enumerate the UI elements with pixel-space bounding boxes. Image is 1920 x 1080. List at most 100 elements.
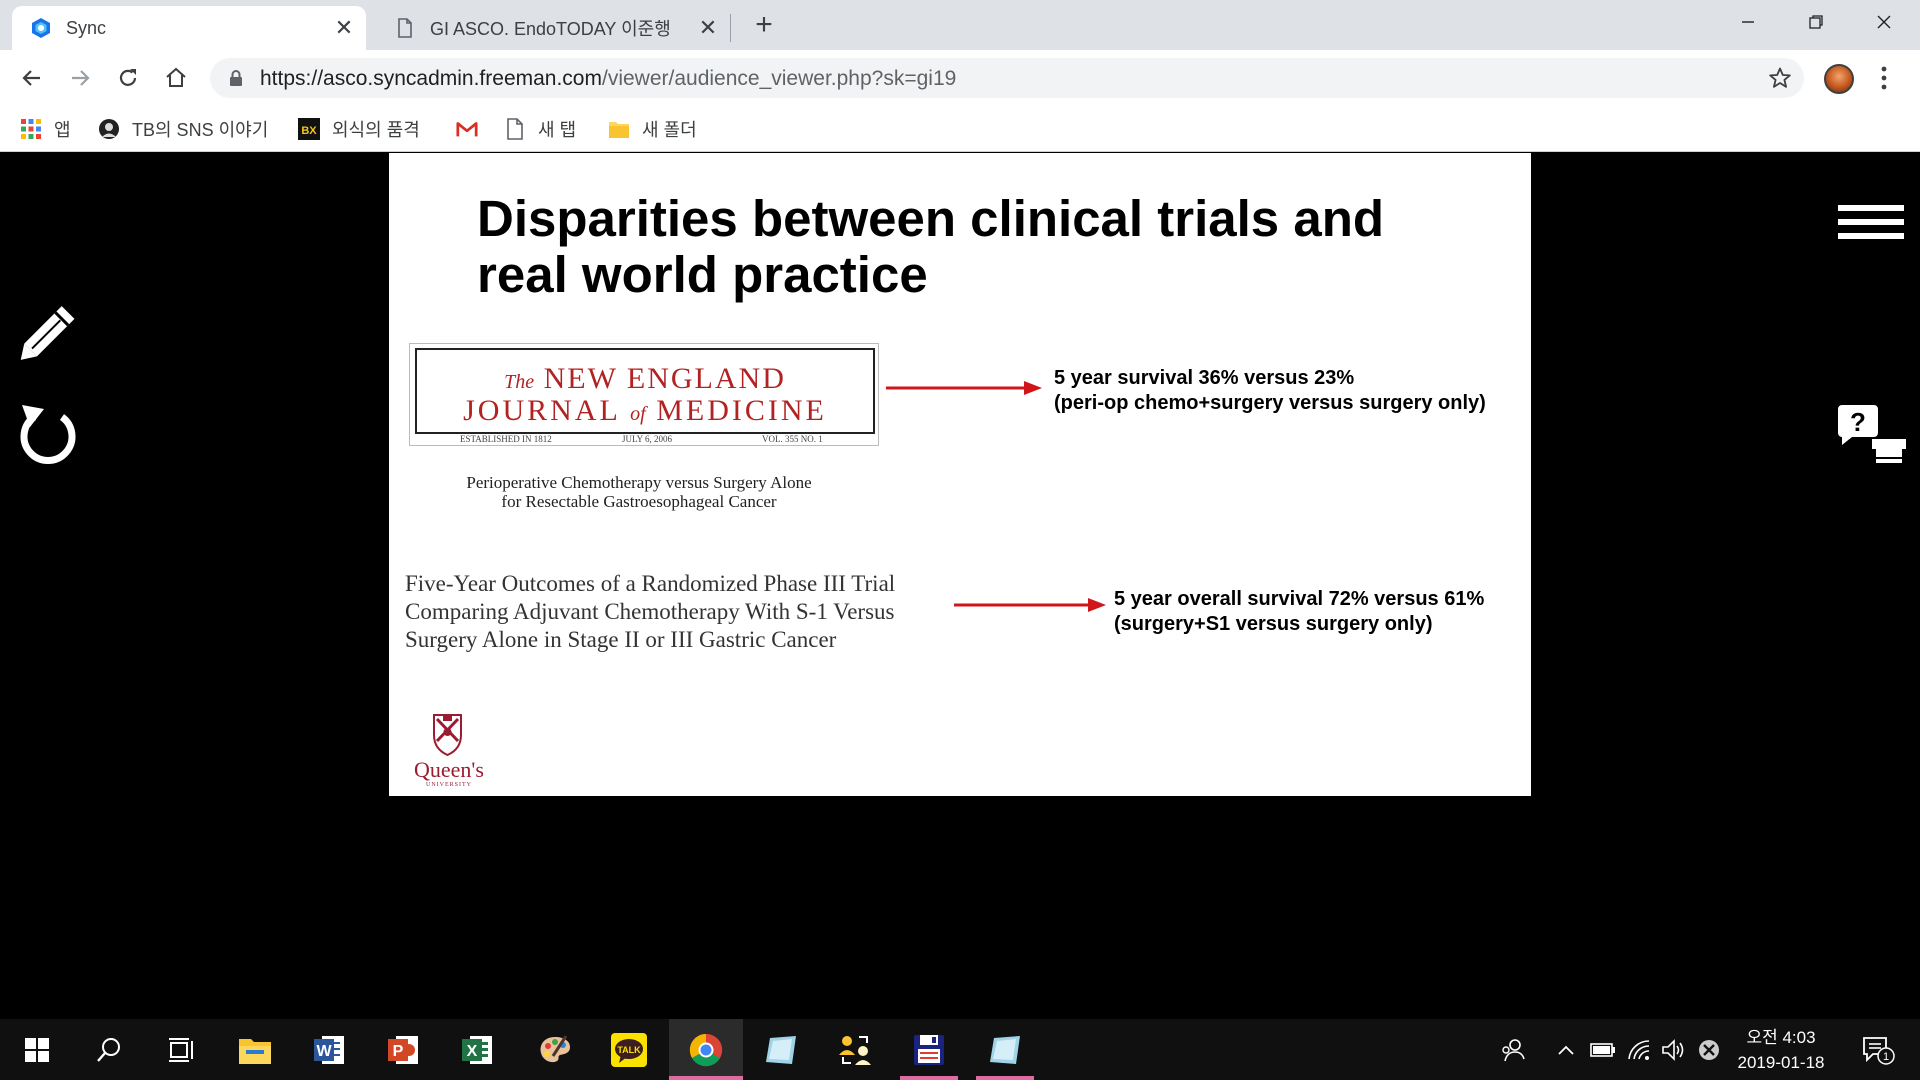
- word-icon: W: [314, 1035, 344, 1064]
- notification-count: 1: [1883, 1051, 1889, 1063]
- notepad-button[interactable]: [744, 1019, 818, 1080]
- article1-line: for Resectable Gastroesophageal Cancer: [501, 492, 777, 511]
- url-path: /viewer/audience_viewer.php?sk=gi19: [601, 67, 957, 90]
- sync-favicon-icon: [32, 18, 50, 38]
- task-view-button[interactable]: [144, 1019, 218, 1080]
- excel-button[interactable]: X: [440, 1019, 514, 1080]
- show-hidden-icons-button[interactable]: [1552, 1019, 1580, 1080]
- powerpoint-button[interactable]: P: [366, 1019, 440, 1080]
- address-bar[interactable]: https://asco.syncadmin.freeman.com/viewe…: [210, 58, 1804, 98]
- new-tab-button[interactable]: +: [748, 10, 780, 42]
- folder-icon: [608, 118, 630, 140]
- presentation-viewer: ? Disparities between clinical trials an…: [0, 153, 1920, 1019]
- chrome-menu-icon[interactable]: [1874, 62, 1894, 94]
- gmail-icon: [456, 118, 478, 140]
- volume-button[interactable]: [1658, 1019, 1688, 1080]
- ppt-letter: P: [393, 1043, 404, 1060]
- page-icon: [504, 118, 526, 140]
- bookmark-dining[interactable]: BX 외식의 품격: [298, 114, 420, 144]
- save-app-button[interactable]: [892, 1019, 966, 1080]
- tab-close-icon[interactable]: ✕: [330, 14, 358, 42]
- powerpoint-icon: P: [388, 1035, 418, 1064]
- nejm-established: ESTABLISHED IN 1812: [460, 434, 552, 444]
- notepad-icon: [990, 1035, 1020, 1064]
- bookmark-apps[interactable]: 앱: [20, 114, 71, 144]
- nejm-journal: JOURNAL: [463, 394, 620, 427]
- url-text: https://asco.syncadmin.freeman.com/viewe…: [260, 67, 956, 91]
- tab-close-icon[interactable]: ✕: [694, 14, 722, 42]
- nejm-title-line: The NEW ENGLAND: [417, 362, 873, 396]
- remote-app-button[interactable]: [818, 1019, 892, 1080]
- tab-title: GI ASCO. EndoTODAY 이준행: [430, 19, 671, 39]
- search-button[interactable]: [72, 1019, 146, 1080]
- pencil-icon[interactable]: [14, 297, 84, 369]
- close-circle-icon: [1699, 1039, 1719, 1060]
- back-button[interactable]: [14, 60, 50, 96]
- home-button[interactable]: [158, 60, 194, 96]
- bookmark-star-icon[interactable]: [1768, 66, 1792, 90]
- arrow-right-icon: [886, 381, 1042, 395]
- start-button[interactable]: [0, 1019, 74, 1080]
- tab-title: Sync: [66, 17, 107, 38]
- nejm-of: of: [630, 403, 646, 425]
- close-window-button[interactable]: [1852, 0, 1916, 44]
- bookmark-label: 새 탭: [538, 120, 577, 140]
- notepad2-button[interactable]: [968, 1019, 1042, 1080]
- url-host: https://asco.syncadmin.freeman.com: [260, 67, 602, 90]
- kakaotalk-button[interactable]: TALK: [592, 1019, 666, 1080]
- undo-icon[interactable]: [16, 399, 80, 467]
- file-explorer-button[interactable]: [218, 1019, 292, 1080]
- ask-question-icon[interactable]: ?: [1836, 403, 1908, 467]
- finding2: 5 year overall survival 72% versus 61% (…: [1114, 587, 1484, 637]
- finding1: 5 year survival 36% versus 23% (peri-op …: [1054, 366, 1486, 416]
- home-icon: [166, 67, 186, 87]
- system-clock[interactable]: 오전 4:03 2019-01-18: [1722, 1025, 1840, 1075]
- bookmark-gmail[interactable]: [456, 114, 490, 144]
- restore-button[interactable]: [1784, 0, 1848, 44]
- battery-icon: [1590, 1042, 1615, 1057]
- tab-sync[interactable]: Sync ✕: [12, 6, 366, 50]
- article2-title: Five-Year Outcomes of a Randomized Phase…: [405, 570, 965, 654]
- reload-icon: [119, 69, 137, 86]
- slide-title: Disparities between clinical trials and …: [477, 191, 1477, 303]
- minimize-button[interactable]: [1716, 0, 1780, 44]
- profile-silhouette-icon: [98, 118, 120, 140]
- bookmark-label: 앱: [54, 120, 71, 140]
- battery-button[interactable]: [1588, 1019, 1618, 1080]
- finding2-line: (surgery+S1 versus surgery only): [1114, 613, 1433, 635]
- title-bar: Sync ✕ GI ASCO. EndoTODAY 이준행 ✕ +: [0, 0, 1920, 50]
- bookmark-label: 외식의 품격: [332, 120, 420, 140]
- reload-button[interactable]: [110, 60, 146, 96]
- action-center-button[interactable]: 1: [1856, 1019, 1900, 1080]
- disconnected-status[interactable]: [1694, 1019, 1724, 1080]
- queens-university-logo: Queen's UNIVERSITY: [414, 714, 484, 788]
- profile-avatar[interactable]: [1824, 64, 1854, 94]
- chrome-taskbar-button[interactable]: [669, 1019, 743, 1080]
- finding2-line: 5 year overall survival 72% versus 61%: [1114, 588, 1485, 610]
- article1-title: Perioperative Chemotherapy versus Surger…: [439, 473, 839, 511]
- paint-button[interactable]: [518, 1019, 592, 1080]
- bookmark-new-tab[interactable]: 새 탭: [504, 114, 576, 144]
- forward-button[interactable]: [62, 60, 98, 96]
- network-button[interactable]: [1624, 1019, 1654, 1080]
- bookmark-tb-sns[interactable]: TB의 SNS 이야기: [98, 114, 268, 144]
- bookmark-new-folder[interactable]: 새 폴더: [608, 114, 697, 144]
- slide-title-line: Disparities between clinical trials and: [477, 190, 1384, 247]
- nejm-the: The: [504, 371, 535, 393]
- notepad-icon: [766, 1035, 796, 1064]
- word-button[interactable]: W: [292, 1019, 366, 1080]
- nejm-masthead: The NEW ENGLAND JOURNAL of MEDICINE ESTA…: [409, 343, 879, 446]
- chevron-up-icon: [1558, 1045, 1574, 1055]
- bx-logo-icon: BX: [298, 118, 320, 140]
- restore-icon: [1809, 15, 1823, 29]
- nejm-date: JULY 6, 2006: [622, 434, 673, 444]
- people-button[interactable]: [1496, 1019, 1532, 1080]
- clock-time: 오전 4:03: [1746, 1028, 1816, 1047]
- windows-logo-icon: [25, 1037, 49, 1062]
- hamburger-menu-icon[interactable]: [1838, 205, 1904, 241]
- close-icon: [1877, 15, 1891, 29]
- article2-line: Surgery Alone in Stage II or III Gastric…: [405, 627, 837, 652]
- tab-gi-asco[interactable]: GI ASCO. EndoTODAY 이준행 ✕: [376, 6, 730, 50]
- browser-toolbar: https://asco.syncadmin.freeman.com/viewe…: [0, 50, 1920, 106]
- finding1-line: 5 year survival 36% versus 23%: [1054, 367, 1355, 389]
